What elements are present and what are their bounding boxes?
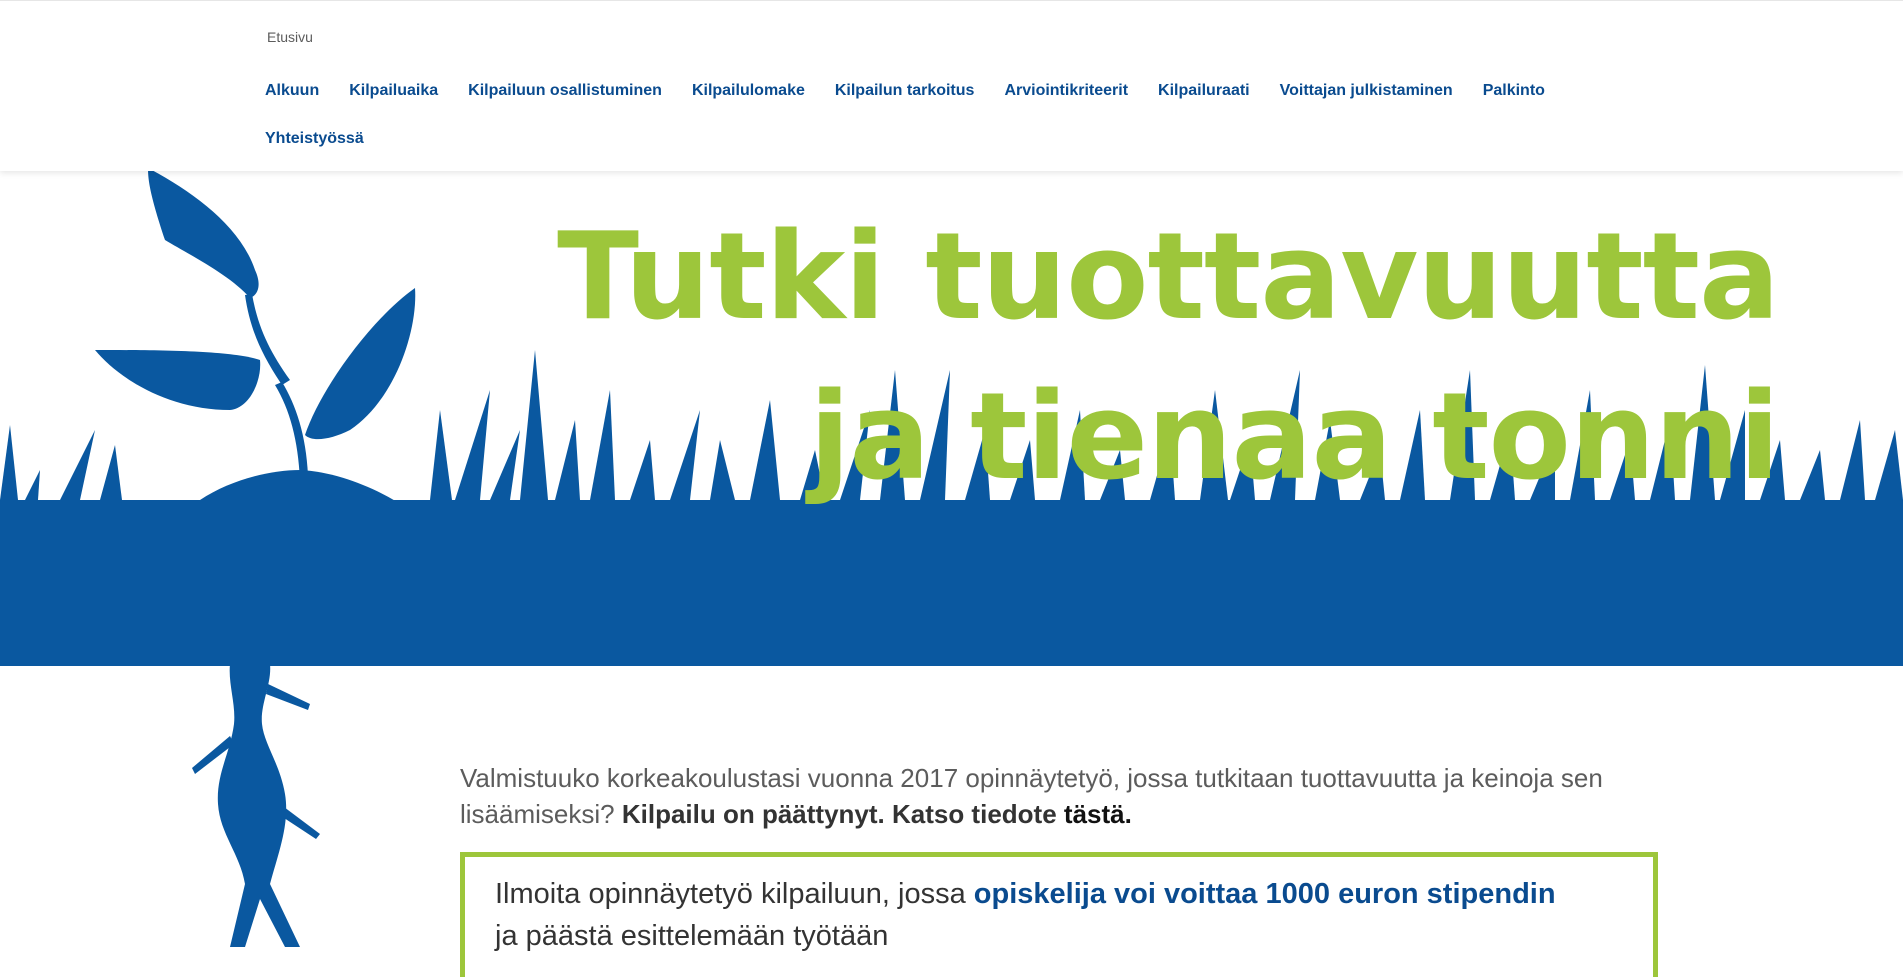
nav-item-alkuun[interactable]: Alkuun (265, 81, 319, 101)
press-release-link[interactable]: tästä. (1064, 799, 1132, 829)
nav-item-palkinto[interactable]: Palkinto (1483, 81, 1545, 101)
nav-item-osallistuminen[interactable]: Kilpailuun osallistuminen (468, 81, 662, 101)
nav-item-yhteistyossa[interactable]: Yhteistyössä (265, 129, 364, 149)
breadcrumb-home-link[interactable]: Etusivu (267, 29, 313, 45)
hero-banner: Tutki tuottavuutta ja tienaa tonni (0, 170, 1903, 666)
callout-text-before: Ilmoita opinnäytetyö kilpailuun, jossa (495, 878, 966, 910)
intro-competition-ended: Kilpailu on päättynyt. Katso tiedote (621, 799, 1057, 829)
callout-text: Ilmoita opinnäytetyö kilpailuun, jossa o… (465, 857, 1653, 957)
main-nav: Alkuun Kilpailuaika Kilpailuun osallistu… (265, 81, 1635, 149)
callout-text-after: ja päästä esittelemään työtään (495, 920, 889, 952)
callout-box: Ilmoita opinnäytetyö kilpailuun, jossa o… (460, 852, 1658, 977)
nav-item-tarkoitus[interactable]: Kilpailun tarkoitus (835, 81, 975, 101)
hero-headline: Tutki tuottavuutta ja tienaa tonni (557, 198, 1780, 518)
callout-highlight: opiskelija voi voittaa 1000 euron stipen… (973, 878, 1556, 910)
nav-item-kilpailuraati[interactable]: Kilpailuraati (1158, 81, 1250, 101)
plant-roots-illustration (192, 664, 320, 947)
headline-line-2: ja tienaa tonni (809, 368, 1780, 507)
site-header: Etusivu Alkuun Kilpailuaika Kilpailuun o… (0, 0, 1903, 171)
nav-item-julkistaminen[interactable]: Voittajan julkistaminen (1280, 81, 1453, 101)
nav-item-kilpailulomake[interactable]: Kilpailulomake (692, 81, 805, 101)
nav-item-arviointikriteerit[interactable]: Arviointikriteerit (1004, 81, 1128, 101)
nav-item-kilpailuaika[interactable]: Kilpailuaika (349, 81, 438, 101)
headline-line-1: Tutki tuottavuutta (557, 208, 1780, 347)
intro-paragraph: Valmistuuko korkeakoulustasi vuonna 2017… (460, 760, 1670, 832)
